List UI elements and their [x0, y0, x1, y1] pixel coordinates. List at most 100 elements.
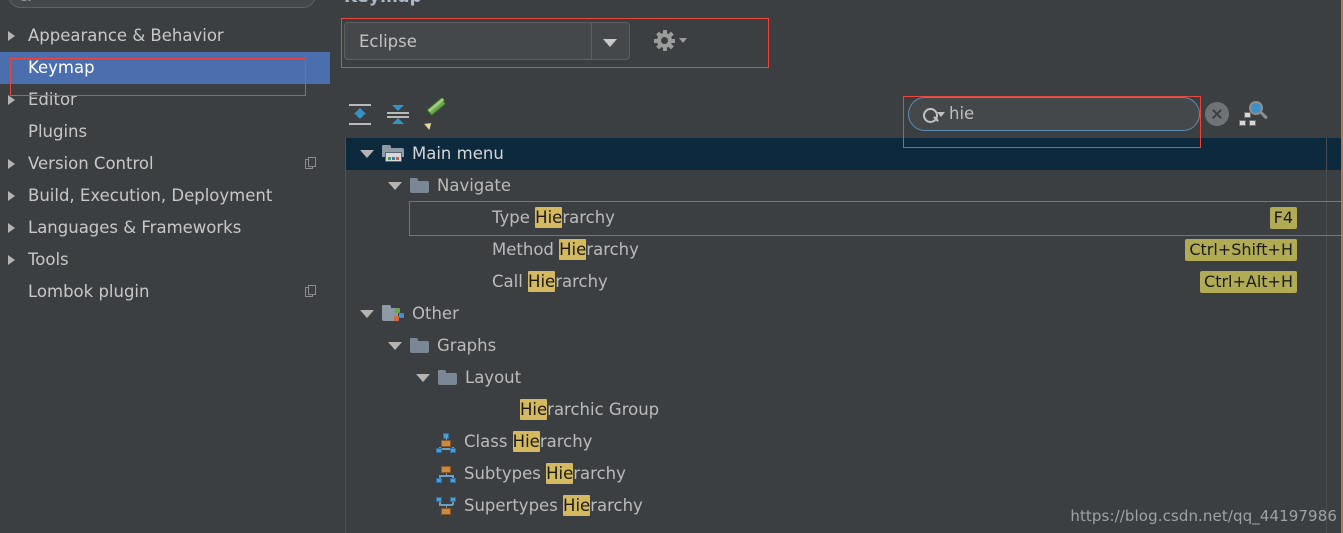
tree-row[interactable]: Graphs	[346, 330, 1343, 362]
chevron-down-icon	[679, 38, 687, 43]
sidebar-item-build-execution-deployment[interactable]: Build, Execution, Deployment	[0, 180, 330, 212]
tree-row[interactable]: Main menu	[346, 138, 1343, 170]
search-match-highlight: Hie	[546, 463, 574, 484]
chevron-right-icon	[8, 255, 15, 265]
chevron-down-icon[interactable]	[360, 150, 374, 158]
page-title: Keymap	[344, 0, 422, 7]
sidebar-item-label: Version Control	[28, 154, 154, 173]
divider	[591, 23, 592, 59]
sidebar-item-version-control[interactable]: Version Control	[0, 148, 330, 180]
tree-row-label: Main menu	[412, 144, 504, 163]
folder-icon	[410, 178, 429, 193]
sidebar-item-editor[interactable]: Editor	[0, 84, 330, 116]
chevron-right-icon	[8, 223, 15, 233]
search-match-highlight: Hie	[563, 495, 591, 516]
sidebar-item-keymap[interactable]: Keymap	[0, 52, 330, 84]
folder-icon	[410, 338, 429, 353]
tree-row[interactable]: Layout	[346, 362, 1343, 394]
sidebar-item-label: Build, Execution, Deployment	[28, 186, 273, 205]
tree-row[interactable]: Call Hierarchy Ctrl+Alt+H	[346, 266, 1343, 298]
search-match-highlight: Hie	[512, 431, 540, 452]
keymap-panel: Keymap Eclipse	[330, 0, 1343, 533]
expand-all-icon	[349, 104, 371, 125]
edit-shortcut-button[interactable]	[420, 97, 450, 130]
chevron-right-icon	[8, 95, 15, 105]
settings-sidebar: Appearance & Behavior Keymap Editor Plugins…	[0, 0, 330, 533]
chevron-right-icon	[8, 191, 15, 201]
chevron-down-icon[interactable]	[360, 310, 374, 318]
sidebar-item-appearance-behavior[interactable]: Appearance & Behavior	[0, 20, 330, 52]
tree-scrollbar[interactable]	[1326, 138, 1327, 533]
tree-row[interactable]: Method Hierarchy Ctrl+Shift+H	[346, 234, 1343, 266]
copy-settings-icon[interactable]	[305, 285, 316, 297]
tree-row[interactable]: Hierarchic Group	[346, 394, 1343, 426]
gear-icon	[654, 30, 675, 51]
sidebar-item-tools[interactable]: Tools	[0, 244, 330, 276]
keymap-tree[interactable]: Main menu Navigate Type Hierarchy F4 Method …	[345, 138, 1343, 533]
tree-row-label: Graphs	[437, 336, 497, 355]
sidebar-search-input[interactable]	[8, 0, 316, 8]
watermark: https://blog.csdn.net/qq_44197986	[1070, 507, 1337, 525]
class-hierarchy-icon	[436, 433, 456, 453]
tree-row-label: Hierarchic Group	[520, 399, 660, 420]
tree-row-label: Other	[412, 304, 459, 323]
tree-row-label: Method Hierarchy	[492, 239, 639, 260]
sidebar-item-lombok-plugin[interactable]: Lombok plugin	[0, 276, 330, 308]
tree-row-label: Navigate	[437, 176, 512, 195]
main-menu-icon	[382, 145, 404, 162]
chevron-right-icon	[8, 159, 15, 169]
chevron-down-icon[interactable]	[416, 374, 430, 382]
search-icon	[923, 108, 938, 123]
tree-row-label: Class Hierarchy	[464, 431, 593, 452]
copy-settings-icon[interactable]	[305, 157, 316, 169]
sidebar-item-label: Tools	[28, 250, 69, 269]
status-badge: Ctrl+Shift+H	[1185, 239, 1297, 261]
search-icon	[19, 0, 29, 1]
other-icon	[382, 305, 404, 322]
folder-icon	[438, 370, 457, 385]
tree-row[interactable]: Other	[346, 298, 1343, 330]
sidebar-item-label: Languages & Frameworks	[28, 218, 242, 237]
find-by-shortcut-button[interactable]	[1238, 100, 1268, 128]
tree-row[interactable]: Navigate	[346, 170, 1343, 202]
search-match-highlight: Hie	[528, 271, 556, 292]
sidebar-item-list: Appearance & Behavior Keymap Editor Plugins…	[0, 20, 330, 308]
tree-row-label: Layout	[465, 368, 522, 387]
sidebar-item-label: Appearance & Behavior	[28, 26, 224, 45]
supertypes-hierarchy-icon	[436, 497, 456, 516]
sidebar-item-languages-frameworks[interactable]: Languages & Frameworks	[0, 212, 330, 244]
keymap-dropdown[interactable]: Eclipse	[344, 22, 630, 60]
status-badge: F4	[1269, 207, 1297, 229]
search-input[interactable]: hie	[908, 97, 1200, 131]
chevron-down-icon	[937, 112, 945, 117]
edit-pencil-icon	[424, 97, 448, 130]
clear-search-button[interactable]	[1205, 102, 1229, 126]
search-match-highlight: Hie	[535, 207, 563, 228]
tree-row[interactable]: Type Hierarchy F4	[346, 202, 1343, 234]
sidebar-item-label: Lombok plugin	[28, 282, 150, 301]
chevron-down-icon[interactable]	[388, 342, 402, 350]
sidebar-item-label: Keymap	[28, 58, 95, 77]
collapse-all-icon	[387, 104, 409, 125]
tree-row-label: Subtypes Hierarchy	[464, 463, 626, 484]
tree-row[interactable]: Subtypes Hierarchy	[346, 458, 1343, 490]
search-match-highlight: Hie	[559, 239, 587, 260]
chevron-right-icon	[8, 31, 15, 41]
collapse-all-button[interactable]	[382, 99, 412, 129]
keymap-selected-value: Eclipse	[359, 32, 417, 51]
status-badge: Ctrl+Alt+H	[1200, 271, 1297, 293]
subtypes-hierarchy-icon	[436, 465, 456, 484]
sidebar-item-plugins[interactable]: Plugins	[0, 116, 330, 148]
tree-row-label: Type Hierarchy	[492, 207, 615, 228]
sidebar-item-label: Editor	[28, 90, 77, 109]
chevron-down-icon	[603, 39, 617, 47]
tree-row-label: Supertypes Hierarchy	[464, 495, 643, 516]
tree-row[interactable]: Class Hierarchy	[346, 426, 1343, 458]
search-input-value: hie	[949, 104, 975, 123]
sidebar-item-label: Plugins	[28, 122, 88, 141]
tree-row-label: Call Hierarchy	[492, 271, 608, 292]
search-match-highlight: Hie	[520, 399, 548, 420]
chevron-down-icon[interactable]	[388, 182, 402, 190]
keymap-settings-button[interactable]	[654, 29, 694, 53]
expand-all-button[interactable]	[344, 99, 374, 129]
